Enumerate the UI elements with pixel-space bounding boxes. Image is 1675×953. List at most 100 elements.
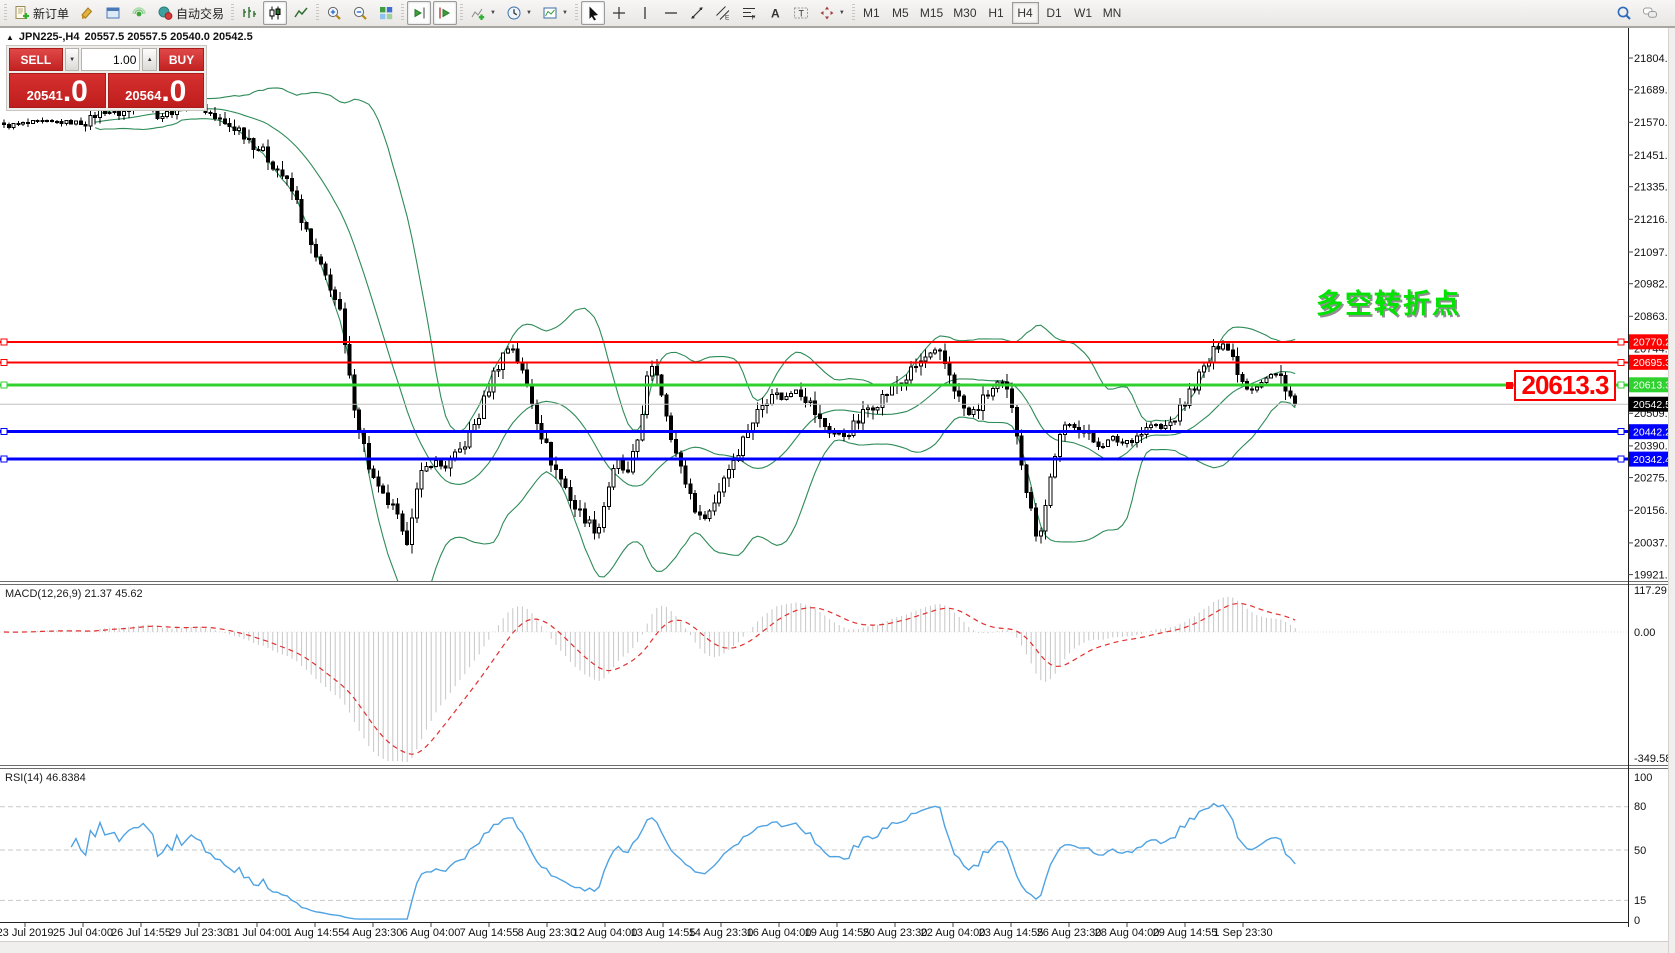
chat-icon bbox=[1642, 5, 1658, 21]
toolbar-button-chat[interactable] bbox=[1638, 1, 1662, 25]
toolbar-button-cursor[interactable] bbox=[581, 1, 605, 25]
volume-step-down-button[interactable]: ▼ bbox=[65, 48, 80, 71]
rsi-value: 46.8384 bbox=[46, 772, 86, 784]
search-icon bbox=[1616, 5, 1632, 21]
templates-dropdown-caret[interactable]: ▼ bbox=[562, 10, 568, 16]
timeframe-m15[interactable]: M15 bbox=[916, 2, 947, 24]
svg-text:0.00: 0.00 bbox=[1634, 627, 1655, 639]
timeframe-h4[interactable]: H4 bbox=[1012, 2, 1039, 24]
toolbar-button-vertical-line[interactable] bbox=[633, 1, 657, 25]
svg-text:23 Jul 2019: 23 Jul 2019 bbox=[0, 927, 53, 939]
buy-price-display[interactable]: 20564.0 bbox=[108, 73, 205, 108]
toolbar-button-autotrading[interactable]: 自动交易 bbox=[153, 1, 228, 25]
volume-step-up-button[interactable]: ▲ bbox=[142, 48, 157, 71]
options-window-icon bbox=[105, 5, 121, 21]
rsi-name: RSI(14) bbox=[5, 772, 43, 784]
new-order-icon bbox=[14, 5, 30, 21]
status-strip bbox=[0, 941, 1668, 953]
cursor-icon bbox=[585, 5, 601, 21]
metaeditor-icon bbox=[79, 5, 95, 21]
auto-scroll-icon bbox=[411, 5, 427, 21]
toolbar-button-candlestick-chart[interactable] bbox=[263, 1, 287, 25]
toolbar-button-equidistant-channel[interactable]: E bbox=[711, 1, 735, 25]
toolbar-group-insert: ▼ ▼ ▼ bbox=[458, 0, 573, 27]
timeframe-d1[interactable]: D1 bbox=[1041, 2, 1068, 24]
sell-price-display[interactable]: 20541.0 bbox=[9, 73, 106, 108]
toolbar-button-fibonacci-retracement[interactable]: F bbox=[737, 1, 761, 25]
symbol-name: JPN225-,H4 bbox=[19, 31, 80, 43]
text-icon: A bbox=[767, 5, 783, 21]
text-label-icon: T bbox=[793, 5, 809, 21]
zoom-out-icon bbox=[352, 5, 368, 21]
toolbar-button-auto-scroll[interactable] bbox=[407, 1, 431, 25]
toolbar-button-indicators[interactable]: ▼ bbox=[466, 1, 500, 25]
svg-text:29 Jul 23:30: 29 Jul 23:30 bbox=[169, 927, 229, 939]
svg-text:50: 50 bbox=[1634, 845, 1646, 857]
macd-value-2: 45.62 bbox=[115, 588, 143, 600]
toolbar-button-zoom-in[interactable] bbox=[322, 1, 346, 25]
toolbar-button-arrows[interactable]: ▼ bbox=[815, 1, 849, 25]
chart-area[interactable]: 117.290.00-349.58 1008050150 21804.52168… bbox=[0, 28, 1675, 953]
toolbar-button-options-window[interactable] bbox=[101, 1, 125, 25]
crosshair-icon bbox=[611, 5, 627, 21]
price-callout-box[interactable]: 20613.3 bbox=[1514, 370, 1616, 401]
svg-text:E: E bbox=[725, 15, 730, 22]
indicators-dropdown-caret[interactable]: ▼ bbox=[490, 10, 496, 16]
svg-text:20542.5: 20542.5 bbox=[1633, 399, 1671, 411]
svg-text:20695.3: 20695.3 bbox=[1633, 357, 1671, 369]
toolbar-button-text[interactable]: A bbox=[763, 1, 787, 25]
toolbar-button-bar-chart[interactable] bbox=[237, 1, 261, 25]
timeframe-h1[interactable]: H1 bbox=[983, 2, 1010, 24]
periods-dropdown-caret[interactable]: ▼ bbox=[526, 10, 532, 16]
toolbar-button-templates[interactable]: ▼ bbox=[538, 1, 572, 25]
timeframe-m30[interactable]: M30 bbox=[949, 2, 980, 24]
new-order-label: 新订单 bbox=[33, 5, 69, 22]
toolbar-button-zoom-out[interactable] bbox=[348, 1, 372, 25]
buy-button[interactable]: BUY bbox=[159, 48, 204, 71]
one-click-trading-panel: SELL ▼ ▲ BUY 20541.0 20564.0 bbox=[6, 45, 207, 111]
sell-price-main: 20541 bbox=[27, 88, 63, 103]
svg-text:A: A bbox=[771, 7, 780, 21]
timeframe-m5[interactable]: M5 bbox=[887, 2, 914, 24]
arrows-icon bbox=[819, 5, 835, 21]
volume-input[interactable] bbox=[81, 48, 140, 71]
collapse-panel-icon[interactable]: ▲ bbox=[6, 33, 14, 42]
svg-text:29 Aug 14:55: 29 Aug 14:55 bbox=[1153, 927, 1218, 939]
svg-text:20 Aug 23:30: 20 Aug 23:30 bbox=[863, 927, 928, 939]
toolbar-button-chart-shift[interactable] bbox=[433, 1, 457, 25]
symbol-bar: ▲ JPN225-,H4 20557.5 20557.5 20540.0 205… bbox=[6, 31, 253, 43]
macd-label: MACD(12,26,9) 21.37 45.62 bbox=[5, 588, 143, 600]
toolbar-group-zoom bbox=[314, 0, 399, 27]
arrows-dropdown-caret[interactable]: ▼ bbox=[839, 10, 845, 16]
trendline-icon bbox=[689, 5, 705, 21]
macd-name: MACD(12,26,9) bbox=[5, 588, 81, 600]
signals-icon bbox=[131, 5, 147, 21]
timeframe-mn[interactable]: MN bbox=[1099, 2, 1126, 24]
toolbar-button-metaeditor[interactable] bbox=[75, 1, 99, 25]
timeframe-w1[interactable]: W1 bbox=[1070, 2, 1097, 24]
toolbar-button-crosshair[interactable] bbox=[607, 1, 631, 25]
toolbar-button-horizontal-line[interactable] bbox=[659, 1, 683, 25]
timeframe-m1[interactable]: M1 bbox=[858, 2, 885, 24]
toolbar-button-text-label[interactable]: T bbox=[789, 1, 813, 25]
svg-text:26 Aug 23:30: 26 Aug 23:30 bbox=[1037, 927, 1102, 939]
toolbar-group-timeframes: M1M5M15M30H1H4D1W1MN bbox=[850, 0, 1127, 27]
toolbar: 新订单 自动交易 ▼ ▼ ▼ E F AT ▼ M1M5M15M30H1H4D1W1MN bbox=[0, 0, 1675, 28]
toolbar-button-new-order[interactable]: 新订单 bbox=[10, 1, 73, 25]
svg-text:20342.4: 20342.4 bbox=[1633, 454, 1671, 466]
toolbar-button-tile-windows[interactable] bbox=[374, 1, 398, 25]
svg-text:7 Aug 14:55: 7 Aug 14:55 bbox=[460, 927, 519, 939]
svg-text:F: F bbox=[751, 15, 755, 22]
svg-text:1 Aug 14:55: 1 Aug 14:55 bbox=[286, 927, 345, 939]
sell-button[interactable]: SELL bbox=[9, 48, 63, 71]
symbol-ohlc: 20557.5 20557.5 20540.0 20542.5 bbox=[84, 31, 252, 43]
svg-text:20770.2: 20770.2 bbox=[1633, 337, 1671, 349]
toolbar-button-line-chart[interactable] bbox=[289, 1, 313, 25]
toolbar-button-periods[interactable]: ▼ bbox=[502, 1, 536, 25]
toolbar-button-trendline[interactable] bbox=[685, 1, 709, 25]
toolbar-group-standard: 新订单 自动交易 bbox=[2, 0, 229, 27]
toolbar-button-signals[interactable] bbox=[127, 1, 151, 25]
toolbar-button-search[interactable] bbox=[1612, 1, 1636, 25]
fibonacci-retracement-icon: F bbox=[741, 5, 757, 21]
svg-text:20613.3: 20613.3 bbox=[1633, 380, 1671, 392]
